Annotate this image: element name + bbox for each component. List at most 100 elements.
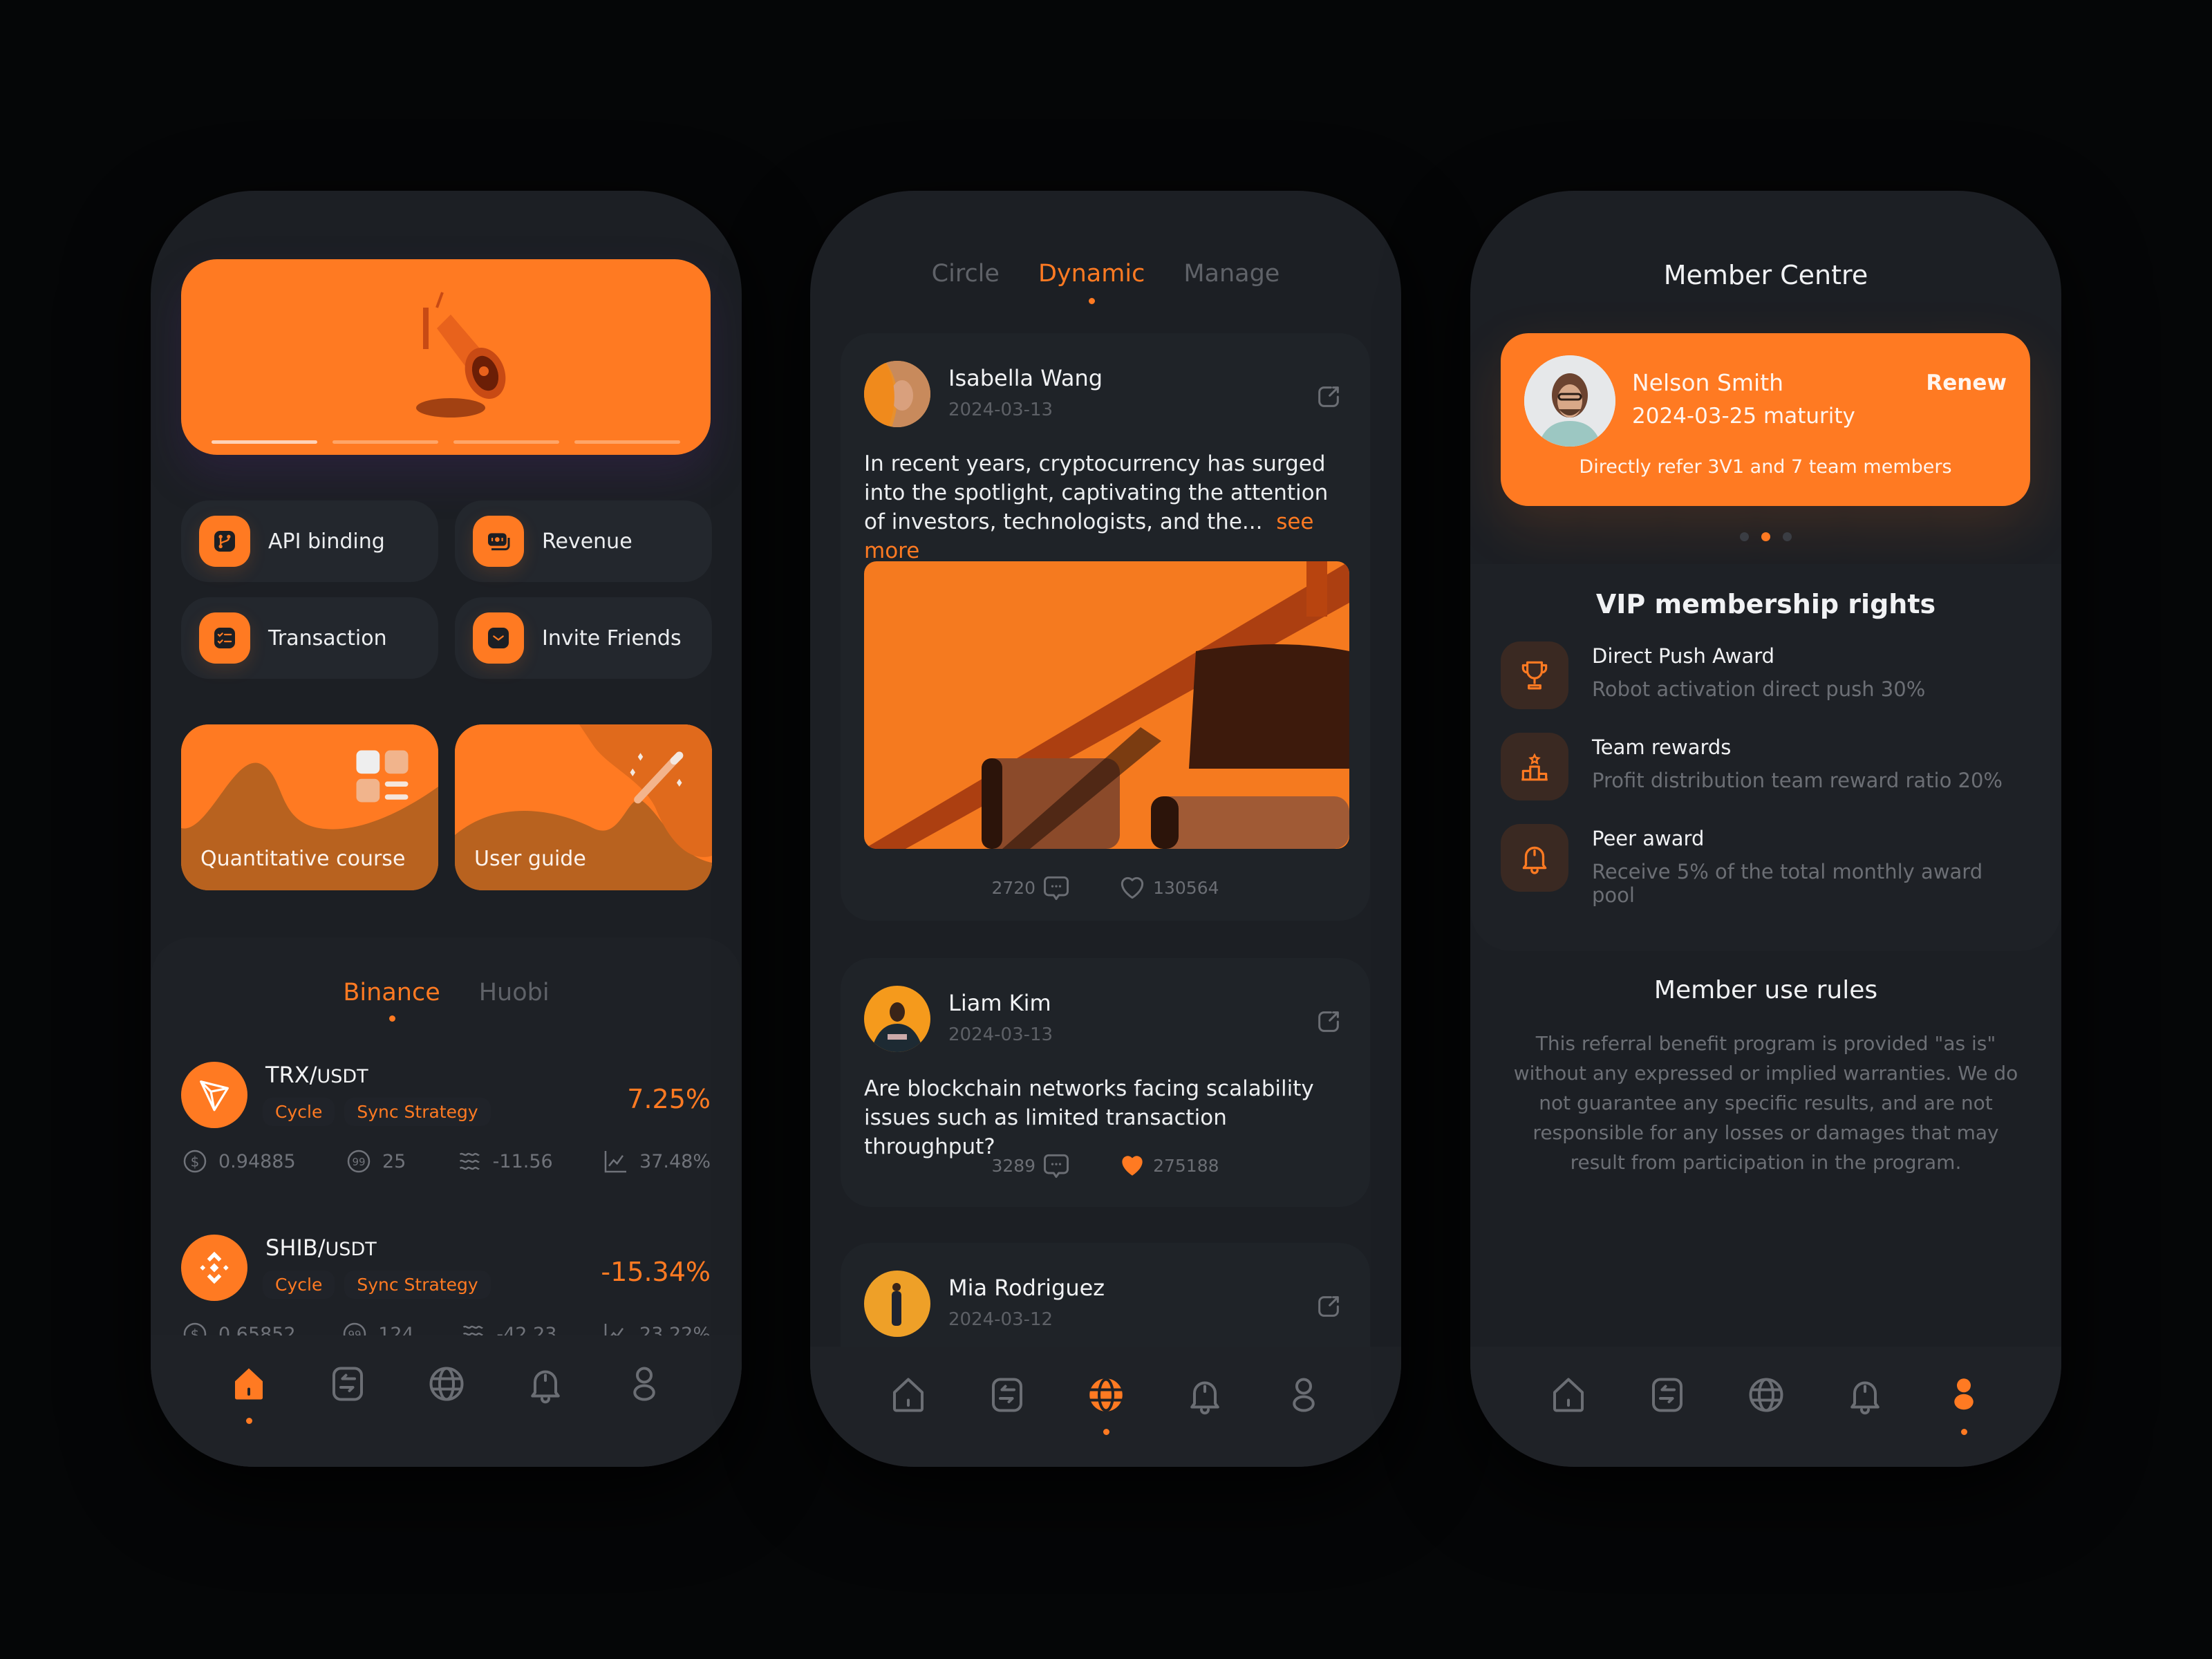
invite-friends-button[interactable]: Invite Friends (455, 597, 712, 679)
comment-button[interactable]: 3289 (991, 1150, 1071, 1181)
nav-globe[interactable] (1085, 1374, 1127, 1435)
pager-dot[interactable] (1740, 532, 1749, 541)
right-desc: Receive 5% of the total monthly award po… (1592, 860, 1983, 907)
tab-binance[interactable]: Binance (343, 979, 440, 1022)
right-item[interactable]: Direct Push Award Robot activation direc… (1501, 641, 2030, 711)
right-item[interactable]: Peer award Receive 5% of the total month… (1501, 824, 2030, 907)
tag-sync-strategy: Sync Strategy (344, 1098, 491, 1126)
user-guide-card[interactable]: User guide (455, 724, 712, 890)
user-guide-label: User guide (474, 847, 586, 871)
megaphone-image (416, 292, 506, 418)
checklist-icon (199, 612, 250, 664)
card-pagination (1470, 532, 2061, 541)
right-item[interactable]: Team rewards Profit distribution team re… (1501, 733, 2030, 802)
fluctuation-value: -11.56 (492, 1150, 553, 1172)
like-count: 130564 (1153, 877, 1219, 898)
nav-home[interactable] (888, 1374, 929, 1416)
pair-base: SHIB/ (265, 1235, 326, 1261)
nav-home[interactable] (228, 1363, 270, 1424)
right-title: Peer award (1592, 827, 1705, 850)
right-desc: Robot activation direct push 30% (1592, 677, 1926, 701)
avatar[interactable] (864, 1271, 930, 1337)
pager-dot[interactable] (1783, 532, 1792, 541)
podium-icon (1501, 733, 1568, 800)
post-stats: 3289 275188 (841, 1150, 1370, 1181)
right-title: Team rewards (1592, 735, 1732, 759)
yield-value: 37.48% (639, 1150, 711, 1172)
pager-dot-active[interactable] (1761, 532, 1770, 541)
phone-home-screen: API binding Revenue Transaction Invite F… (151, 191, 742, 1467)
membership-card[interactable]: Nelson Smith 2024-03-25 maturity Renew D… (1501, 333, 2030, 506)
nav-profile[interactable] (624, 1363, 665, 1405)
coin-stats: 0.94885 25 -11.56 37.48% (181, 1147, 711, 1175)
quantitative-course-label: Quantitative course (200, 847, 406, 871)
pair-name: TRX/USDT (265, 1062, 368, 1088)
transaction-label: Transaction (268, 626, 387, 650)
revenue-label: Revenue (542, 529, 632, 554)
author-name[interactable]: Isabella Wang (948, 365, 1103, 391)
share-icon[interactable] (1315, 383, 1342, 411)
like-count: 275188 (1153, 1155, 1219, 1176)
avatar[interactable] (864, 986, 930, 1052)
home-icon (1548, 1374, 1589, 1416)
share-icon[interactable] (1315, 1008, 1342, 1035)
trophy-icon (1501, 641, 1568, 709)
banner-dot[interactable] (453, 440, 559, 444)
avatar[interactable] (1524, 355, 1615, 447)
quantitative-course-card[interactable]: Quantitative course (181, 724, 438, 890)
transaction-button[interactable]: Transaction (181, 597, 438, 679)
revenue-button[interactable]: Revenue (455, 500, 712, 582)
comment-button[interactable]: 2720 (991, 872, 1071, 903)
avatar[interactable] (864, 361, 930, 427)
nav-profile[interactable] (1283, 1374, 1324, 1416)
tab-dynamic[interactable]: Dynamic (1038, 260, 1145, 304)
pair-quote: USDT (325, 1239, 377, 1260)
share-icon[interactable] (1315, 1293, 1342, 1320)
pair-name: SHIB/USDT (265, 1235, 377, 1261)
like-button[interactable]: 275188 (1117, 1150, 1219, 1181)
banner-dot[interactable] (332, 440, 438, 444)
right-desc: Profit distribution team reward ratio 20… (1592, 769, 2003, 792)
promo-banner[interactable] (181, 259, 711, 455)
author-name[interactable]: Liam Kim (948, 990, 1051, 1016)
tab-circle[interactable]: Circle (932, 260, 1000, 288)
author-name[interactable]: Mia Rodriguez (948, 1275, 1105, 1301)
home-icon (888, 1374, 929, 1416)
post-image[interactable] (864, 561, 1349, 849)
swap-icon (986, 1374, 1028, 1416)
nav-home[interactable] (1548, 1374, 1589, 1416)
comment-count: 3289 (991, 1155, 1036, 1176)
nav-globe[interactable] (426, 1363, 467, 1405)
like-button[interactable]: 130564 (1117, 872, 1219, 903)
nav-exchange[interactable] (1647, 1374, 1688, 1416)
nav-profile[interactable] (1943, 1374, 1985, 1435)
nav-notifications[interactable] (1844, 1374, 1886, 1416)
member-name: Nelson Smith (1632, 369, 1784, 396)
bell-icon (1844, 1374, 1886, 1416)
nav-exchange[interactable] (327, 1363, 368, 1405)
tron-icon (181, 1062, 247, 1128)
bottom-nav (151, 1335, 742, 1467)
nav-notifications[interactable] (1184, 1374, 1226, 1416)
exchange-tabs: Binance Huobi (151, 979, 742, 1022)
post-text: Are blockchain networks facing scalabili… (864, 1076, 1314, 1159)
bell-icon (1501, 824, 1568, 892)
strategy-tags: Cycle Sync Strategy (263, 1098, 491, 1126)
nav-exchange[interactable] (986, 1374, 1028, 1416)
vip-title: VIP membership rights (1595, 589, 1936, 619)
banner-dot[interactable] (212, 440, 317, 444)
change-percent: 7.25% (627, 1084, 711, 1114)
bottom-nav (810, 1347, 1401, 1467)
globe-icon (1085, 1374, 1127, 1416)
tab-huobi[interactable]: Huobi (479, 979, 550, 1006)
coin-row-trx[interactable]: TRX/USDT Cycle Sync Strategy 7.25% 0.948… (181, 1062, 711, 1186)
change-percent: -15.34% (601, 1257, 711, 1287)
api-binding-button[interactable]: API binding (181, 500, 438, 582)
nav-globe[interactable] (1745, 1374, 1787, 1416)
tab-manage[interactable]: Manage (1183, 260, 1280, 288)
comment-icon (1041, 872, 1071, 903)
banner-dot[interactable] (574, 440, 680, 444)
renew-button[interactable]: Renew (1926, 371, 2007, 395)
nav-notifications[interactable] (525, 1363, 566, 1405)
quote-count-icon (345, 1147, 373, 1175)
